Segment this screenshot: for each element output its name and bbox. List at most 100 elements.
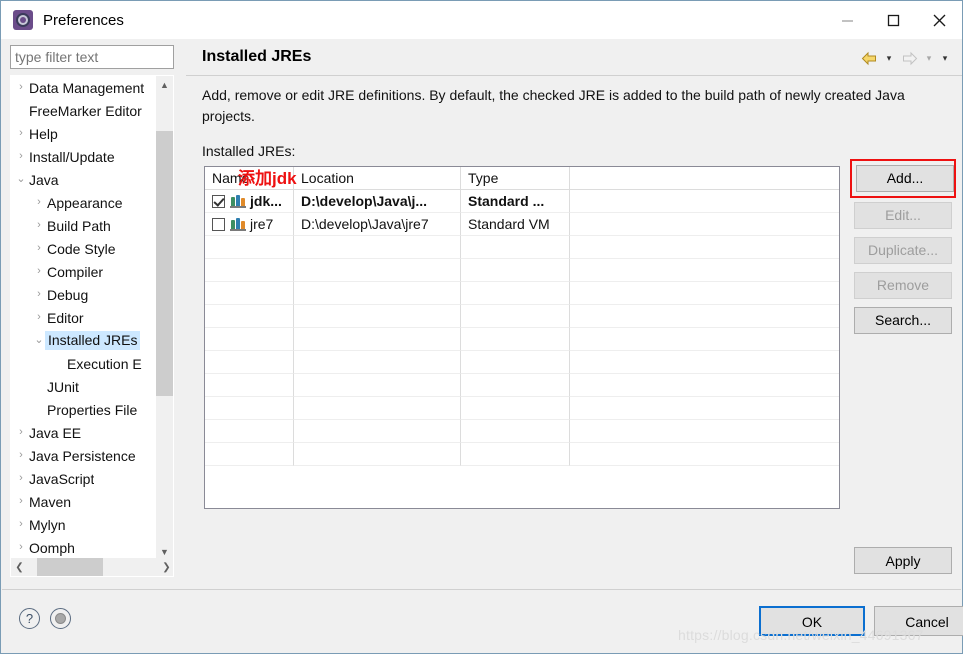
sidebar-item-appearance[interactable]: › Appearance — [11, 191, 157, 214]
cell-empty — [570, 328, 839, 351]
chevron-right-icon[interactable]: › — [31, 266, 47, 277]
chevron-right-icon[interactable]: › — [13, 519, 29, 530]
chevron-right-icon[interactable]: › — [13, 151, 29, 162]
chevron-right-icon[interactable]: › — [13, 82, 29, 93]
back-arrow-icon[interactable] — [858, 49, 880, 67]
edit-button: Edit... — [854, 202, 952, 229]
sidebar-item-label: FreeMarker Editor — [29, 102, 142, 119]
back-history-caret-icon[interactable]: ▾ — [882, 49, 896, 67]
cell-name[interactable]: jdk... — [205, 190, 294, 213]
chevron-right-icon[interactable]: › — [13, 496, 29, 507]
cell-empty — [294, 328, 461, 351]
cell-empty — [294, 305, 461, 328]
search-input[interactable] — [10, 45, 174, 69]
table-row[interactable]: jdk... D:\develop\Java\j... Standard ... — [205, 190, 839, 213]
sidebar-item-build-path[interactable]: › Build Path — [11, 214, 157, 237]
chevron-right-icon[interactable]: › — [31, 197, 47, 208]
column-header-location[interactable]: Location — [294, 167, 461, 189]
ok-button[interactable]: OK — [759, 606, 865, 636]
sidebar-item-maven[interactable]: › Maven — [11, 490, 157, 513]
sidebar-item-label: Oomph — [29, 539, 75, 556]
sidebar-item-install-update[interactable]: › Install/Update — [11, 145, 157, 168]
tree-vertical-scrollbar[interactable]: ▲ ▼ — [156, 76, 173, 560]
maximize-icon[interactable] — [870, 1, 916, 39]
sidebar-item-label: Build Path — [47, 217, 111, 234]
preferences-tree[interactable]: › Data Management FreeMarker Editor › Help › I… — [10, 75, 174, 577]
cell-empty — [461, 443, 570, 466]
sidebar-item-mylyn[interactable]: › Mylyn — [11, 513, 157, 536]
duplicate-button: Duplicate... — [854, 237, 952, 264]
chevron-right-icon[interactable]: › — [13, 128, 29, 139]
jre-name: jre7 — [250, 216, 274, 232]
scrollbar-thumb[interactable] — [156, 131, 173, 396]
chevron-right-icon[interactable]: › — [13, 473, 29, 484]
sidebar-item-debug[interactable]: › Debug — [11, 283, 157, 306]
sidebar-item-oomph[interactable]: › Oomph — [11, 536, 157, 559]
cell-empty — [570, 236, 839, 259]
sidebar-item-properties-file[interactable]: Properties File — [11, 398, 157, 421]
chevron-right-icon[interactable]: › — [31, 220, 47, 231]
sidebar-item-javascript[interactable]: › JavaScript — [11, 467, 157, 490]
tree-items-container: › Data Management FreeMarker Editor › Help › I… — [11, 76, 157, 560]
sidebar-item-editor[interactable]: › Editor — [11, 306, 157, 329]
dialog-footer: ? OK Cancel — [2, 589, 963, 652]
apply-button[interactable]: Apply — [854, 547, 952, 574]
view-menu-caret-icon[interactable]: ▾ — [938, 49, 952, 67]
shell-icon[interactable] — [50, 608, 71, 629]
chevron-right-icon[interactable]: › — [31, 289, 47, 300]
column-header-name[interactable]: Name — [205, 167, 294, 189]
chevron-right-icon[interactable]: › — [13, 450, 29, 461]
table-empty-row — [205, 259, 839, 282]
cell-empty — [570, 305, 839, 328]
chevron-down-icon[interactable]: ⌄ — [13, 174, 29, 185]
chevron-right-icon[interactable]: › — [13, 542, 29, 553]
sidebar-item-compiler[interactable]: › Compiler — [11, 260, 157, 283]
help-icon[interactable]: ? — [19, 608, 40, 629]
checkbox-checked[interactable] — [212, 194, 225, 208]
sidebar-item-java[interactable]: ⌄ Java — [11, 168, 157, 191]
table-row[interactable]: jre7 D:\develop\Java\jre7 Standard VM — [205, 213, 839, 236]
cell-spacer — [570, 190, 839, 213]
checkbox-unchecked[interactable] — [212, 217, 225, 231]
cell-empty — [570, 351, 839, 374]
sidebar-item-label: Editor — [47, 309, 84, 326]
scroll-right-icon[interactable]: ❯ — [158, 558, 173, 576]
scroll-up-icon[interactable]: ▲ — [156, 76, 173, 93]
sidebar-item-label: JavaScript — [29, 470, 95, 487]
cell-empty — [570, 259, 839, 282]
table-empty-row — [205, 351, 839, 374]
add-button-highlight: Add... — [850, 159, 956, 198]
sidebar-item-execution-e[interactable]: Execution E — [11, 352, 157, 375]
minimize-icon[interactable] — [824, 1, 870, 39]
close-icon[interactable] — [916, 1, 962, 39]
jre-library-icon — [230, 194, 246, 208]
sidebar-item-junit[interactable]: JUnit — [11, 375, 157, 398]
sidebar-item-label: Appearance — [47, 194, 123, 211]
sidebar-item-label: JUnit — [47, 378, 79, 395]
sidebar-item-freemarker-editor[interactable]: FreeMarker Editor — [11, 99, 157, 122]
add-button[interactable]: Add... — [856, 165, 954, 192]
cell-empty — [205, 328, 294, 351]
sidebar-item-code-style[interactable]: › Code Style — [11, 237, 157, 260]
preferences-dialog: Preferences ›Data ManagementFreeMarker E… — [0, 0, 963, 654]
scrollbar-thumb-horizontal[interactable] — [37, 558, 103, 576]
sidebar-item-installed-jres[interactable]: ⌄ Installed JREs — [11, 329, 157, 352]
scroll-left-icon[interactable]: ❮ — [11, 558, 28, 576]
navigation-controls: ▾ ▾ ▾ — [858, 49, 952, 67]
search-button[interactable]: Search... — [854, 307, 952, 334]
table-empty-row — [205, 305, 839, 328]
cell-empty — [461, 259, 570, 282]
cancel-button[interactable]: Cancel — [874, 606, 963, 636]
tree-horizontal-scrollbar[interactable]: ❮ ❯ — [11, 558, 173, 576]
chevron-right-icon[interactable]: › — [31, 312, 47, 323]
installed-jres-table[interactable]: Name Location Type jdk... D:\develop\Java… — [204, 166, 840, 509]
cell-name[interactable]: jre7 — [205, 213, 294, 236]
sidebar-item-java-persistence[interactable]: › Java Persistence — [11, 444, 157, 467]
chevron-right-icon[interactable]: › — [31, 243, 47, 254]
sidebar-item-java-ee[interactable]: › Java EE — [11, 421, 157, 444]
table-body: jdk... D:\develop\Java\j... Standard ... jr… — [205, 190, 839, 466]
sidebar-item-help[interactable]: › Help — [11, 122, 157, 145]
column-header-type[interactable]: Type — [461, 167, 570, 189]
sidebar-item-data-management[interactable]: › Data Management — [11, 76, 157, 99]
chevron-right-icon[interactable]: › — [13, 427, 29, 438]
